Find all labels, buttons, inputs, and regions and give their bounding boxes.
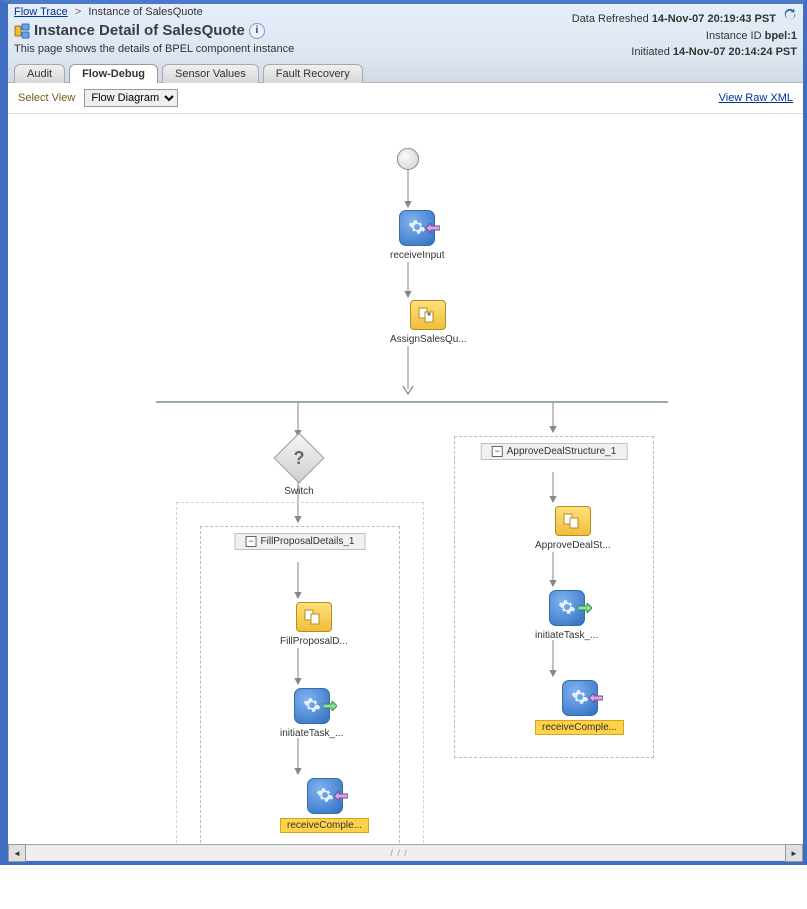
page-title: Instance Detail of SalesQuote: [34, 22, 245, 39]
assign-icon: [555, 506, 591, 536]
initiated-label: Initiated: [631, 46, 670, 58]
node-label-receive-input: receiveInput: [390, 250, 444, 261]
page-header: Flow Trace > Instance of SalesQuote Inst…: [8, 4, 803, 61]
select-view-label: Select View: [18, 92, 75, 104]
incoming-arrow-icon: [426, 223, 440, 233]
flow-node-assign-salesquote[interactable]: AssignSalesQu...: [390, 300, 467, 345]
gear-icon: [316, 786, 334, 807]
outgoing-arrow-icon: [323, 701, 337, 711]
flow-start-node[interactable]: [397, 148, 419, 170]
instance-id-value: bpel:1: [765, 30, 797, 42]
flow-node-initiate-task-right[interactable]: initiateTask_...: [535, 590, 598, 641]
node-label-initiate-task-right: initiateTask_...: [535, 630, 598, 641]
node-label-receive-completed-left: receiveComple...: [280, 818, 369, 833]
horizontal-scrollbar[interactable]: ◄ / / / ►: [8, 844, 803, 861]
refresh-icon[interactable]: [783, 13, 797, 25]
flow-node-receive-input[interactable]: receiveInput: [390, 210, 444, 261]
flow-node-receive-completed-left[interactable]: receiveComple...: [280, 778, 369, 833]
incoming-arrow-icon: [334, 791, 348, 801]
node-label-receive-completed-right: receiveComple...: [535, 720, 624, 735]
flow-node-fill-proposal-assign[interactable]: FillProposalD...: [280, 602, 348, 647]
breadcrumb-separator: >: [75, 6, 81, 18]
tab-fault-recovery[interactable]: Fault Recovery: [263, 64, 363, 83]
breadcrumb-flow-trace[interactable]: Flow Trace: [14, 6, 68, 18]
scroll-right-button[interactable]: ►: [785, 844, 803, 862]
data-refreshed-value: 14-Nov-07 20:19:43 PST: [652, 13, 776, 25]
breadcrumb-current: Instance of SalesQuote: [88, 6, 202, 18]
assign-icon: [296, 602, 332, 632]
scroll-left-button[interactable]: ◄: [8, 844, 26, 862]
view-toolbar: Select View Flow Diagram View Raw XML: [8, 83, 803, 114]
outgoing-arrow-icon: [578, 603, 592, 613]
flow-canvas[interactable]: receiveInput AssignSalesQu... ? Switch −…: [8, 114, 803, 844]
start-circle-icon: [397, 148, 419, 170]
node-label-fill-proposal: FillProposalD...: [280, 636, 348, 647]
scope-title-approve-deal[interactable]: − ApproveDealStructure_1: [481, 443, 628, 460]
node-label-assign-salesquote: AssignSalesQu...: [390, 334, 467, 345]
flow-node-switch[interactable]: ? Switch: [281, 440, 317, 497]
assign-icon: [410, 300, 446, 330]
scroll-track[interactable]: / / /: [26, 846, 785, 860]
node-label-initiate-task-left: initiateTask_...: [280, 728, 343, 739]
info-icon[interactable]: i: [249, 23, 265, 39]
initiated-value: 14-Nov-07 20:14:24 PST: [673, 46, 797, 58]
flow-node-receive-completed-right[interactable]: receiveComple...: [535, 680, 624, 735]
tab-bar: Audit Flow-Debug Sensor Values Fault Rec…: [8, 61, 803, 83]
gear-icon: [558, 598, 576, 619]
scroll-gripper-icon: / / /: [375, 846, 423, 860]
flow-node-initiate-task-left[interactable]: initiateTask_...: [280, 688, 343, 739]
node-label-switch: Switch: [284, 486, 313, 497]
view-raw-xml-link[interactable]: View Raw XML: [719, 92, 793, 104]
tab-sensor-values[interactable]: Sensor Values: [162, 64, 259, 83]
instance-id-label: Instance ID: [706, 30, 762, 42]
gear-icon: [571, 688, 589, 709]
incoming-arrow-icon: [589, 693, 603, 703]
data-refreshed-label: Data Refreshed: [572, 13, 649, 25]
collapse-icon[interactable]: −: [492, 446, 503, 457]
instance-icon: [14, 23, 30, 39]
gear-icon: [303, 696, 321, 717]
gear-icon: [408, 218, 426, 239]
tab-flow-debug[interactable]: Flow-Debug: [69, 64, 158, 83]
tab-audit[interactable]: Audit: [14, 64, 65, 83]
flow-node-approve-deal-assign[interactable]: ApproveDealSt...: [535, 506, 611, 551]
node-label-approve-deal: ApproveDealSt...: [535, 540, 611, 551]
switch-diamond-icon: ?: [274, 433, 325, 484]
select-view-dropdown[interactable]: Flow Diagram: [84, 89, 178, 107]
scope-title-approve-deal-text: ApproveDealStructure_1: [507, 446, 617, 457]
